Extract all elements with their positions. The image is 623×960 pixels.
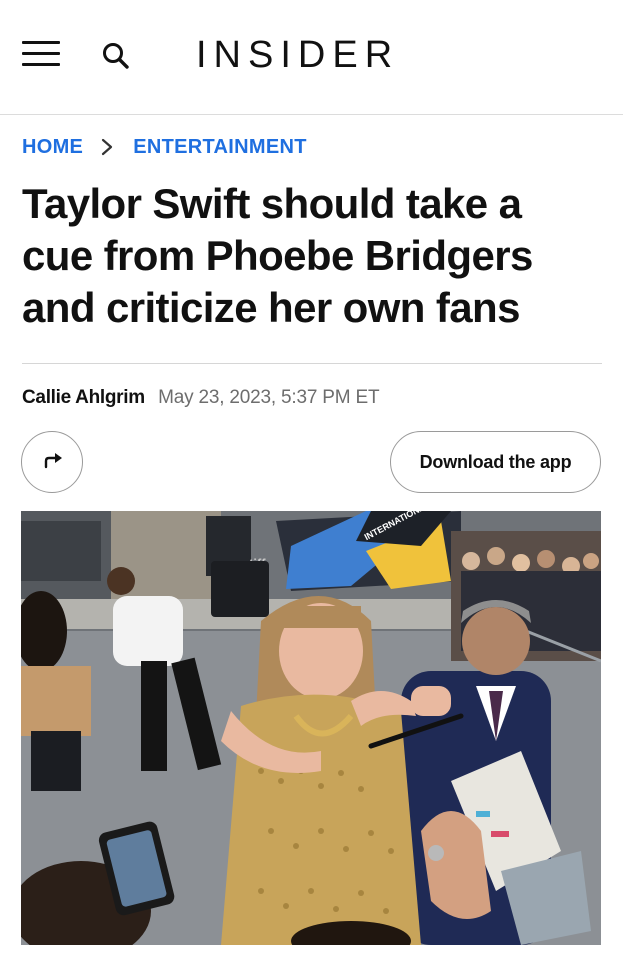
chevron-right-icon — [97, 137, 117, 157]
share-button[interactable] — [21, 431, 83, 493]
download-app-button[interactable]: Download the app — [390, 431, 601, 493]
hamburger-menu-icon[interactable] — [22, 40, 60, 68]
breadcrumb-home[interactable]: HOME — [22, 136, 83, 159]
article-headline: Taylor Swift should take a cue from Phoe… — [22, 180, 533, 331]
search-icon[interactable] — [100, 40, 132, 72]
share-arrow-icon — [40, 448, 64, 477]
author-name[interactable]: Callie Ahlgrim — [22, 387, 145, 408]
site-logo[interactable]: INSIDER — [196, 33, 399, 77]
headline-divider — [22, 363, 602, 364]
site-header: INSIDER — [0, 0, 623, 115]
byline: Callie Ahlgrim May 23, 2023, 5:37 PM ET — [22, 386, 380, 410]
breadcrumb-entertainment[interactable]: ENTERTAINMENT — [133, 136, 307, 159]
publish-date: May 23, 2023, 5:37 PM ET — [158, 387, 380, 408]
breadcrumb: HOME ENTERTAINMENT — [22, 134, 307, 160]
hero-photo: INTERNATIONAL FILM FESTIVAL tiff — [21, 511, 601, 945]
